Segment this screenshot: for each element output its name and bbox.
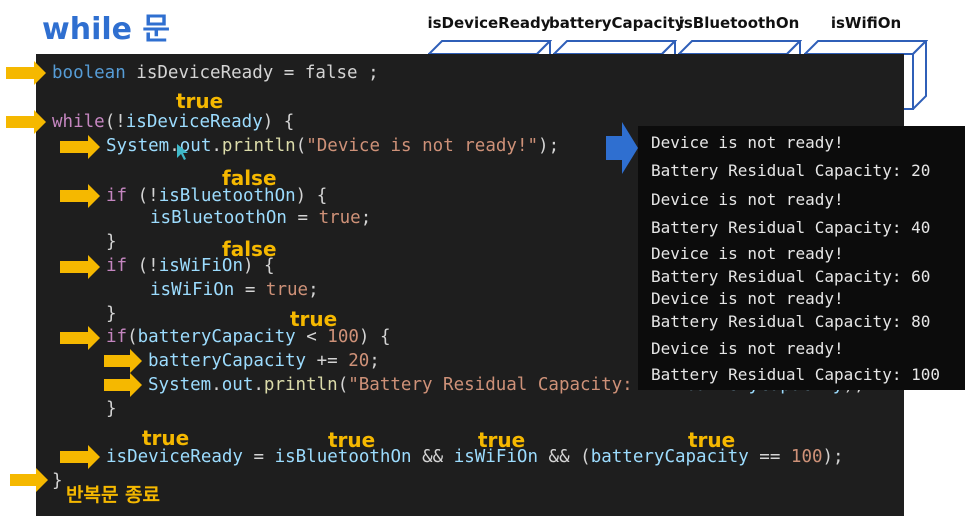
loop-end-label: 반복문 종료	[66, 484, 161, 506]
arrow-right-icon	[60, 135, 100, 159]
console-line: Battery Residual Capacity: 20	[651, 161, 931, 180]
arrow-right-icon	[60, 326, 100, 350]
console-line: Battery Residual Capacity: 40	[651, 218, 931, 237]
console-line: Device is not ready!	[651, 289, 844, 308]
arrow-right-icon	[60, 184, 100, 208]
arrow-right-icon	[60, 255, 100, 279]
console-output: Device is not ready! Battery Residual Ca…	[638, 126, 965, 390]
arrow-right-icon	[10, 468, 48, 492]
arrow-right-icon	[606, 122, 638, 174]
console-line: Device is not ready!	[651, 339, 844, 358]
console-line: Battery Residual Capacity: 80	[651, 312, 931, 331]
console-line: Battery Residual Capacity: 100	[651, 365, 940, 384]
arrow-right-icon	[104, 373, 142, 397]
arrow-right-icon	[6, 61, 46, 85]
console-line: Device is not ready!	[651, 190, 844, 209]
mouse-cursor-icon	[177, 144, 188, 160]
arrow-right-icon	[6, 110, 46, 134]
console-line: Battery Residual Capacity: 60	[651, 267, 931, 286]
arrow-right-icon	[60, 445, 100, 469]
arrow-right-icon	[104, 349, 142, 373]
console-line: Device is not ready!	[651, 133, 844, 152]
console-line: Device is not ready!	[651, 244, 844, 263]
